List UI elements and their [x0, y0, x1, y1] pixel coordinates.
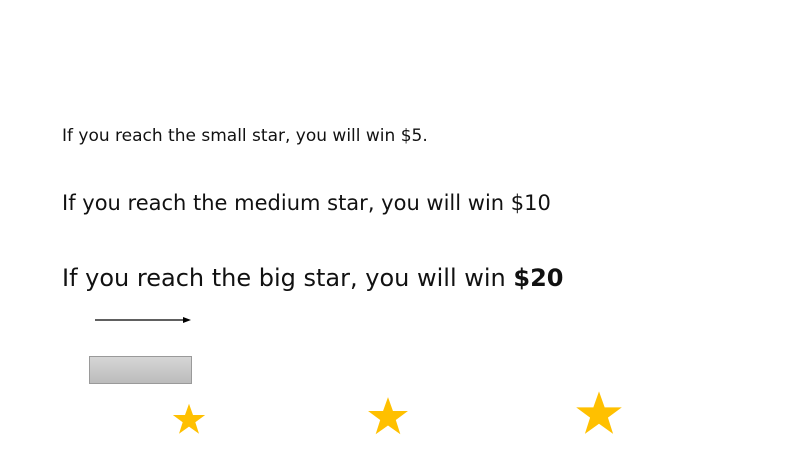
- medium-star-instruction: If you reach the medium star, you will w…: [62, 191, 551, 215]
- big-star-instruction: If you reach the big star, you will win …: [62, 261, 564, 295]
- big-star-amount: $20: [513, 264, 564, 292]
- progress-bar: [89, 356, 192, 384]
- big-star-icon: [576, 391, 622, 434]
- right-arrow-icon: [95, 317, 191, 323]
- big-star-instruction-text: If you reach the big star, you will win: [62, 264, 514, 292]
- small-star-icon: [172, 403, 206, 434]
- small-star-instruction: If you reach the small star, you will wi…: [62, 126, 428, 146]
- medium-star-icon: [368, 397, 408, 435]
